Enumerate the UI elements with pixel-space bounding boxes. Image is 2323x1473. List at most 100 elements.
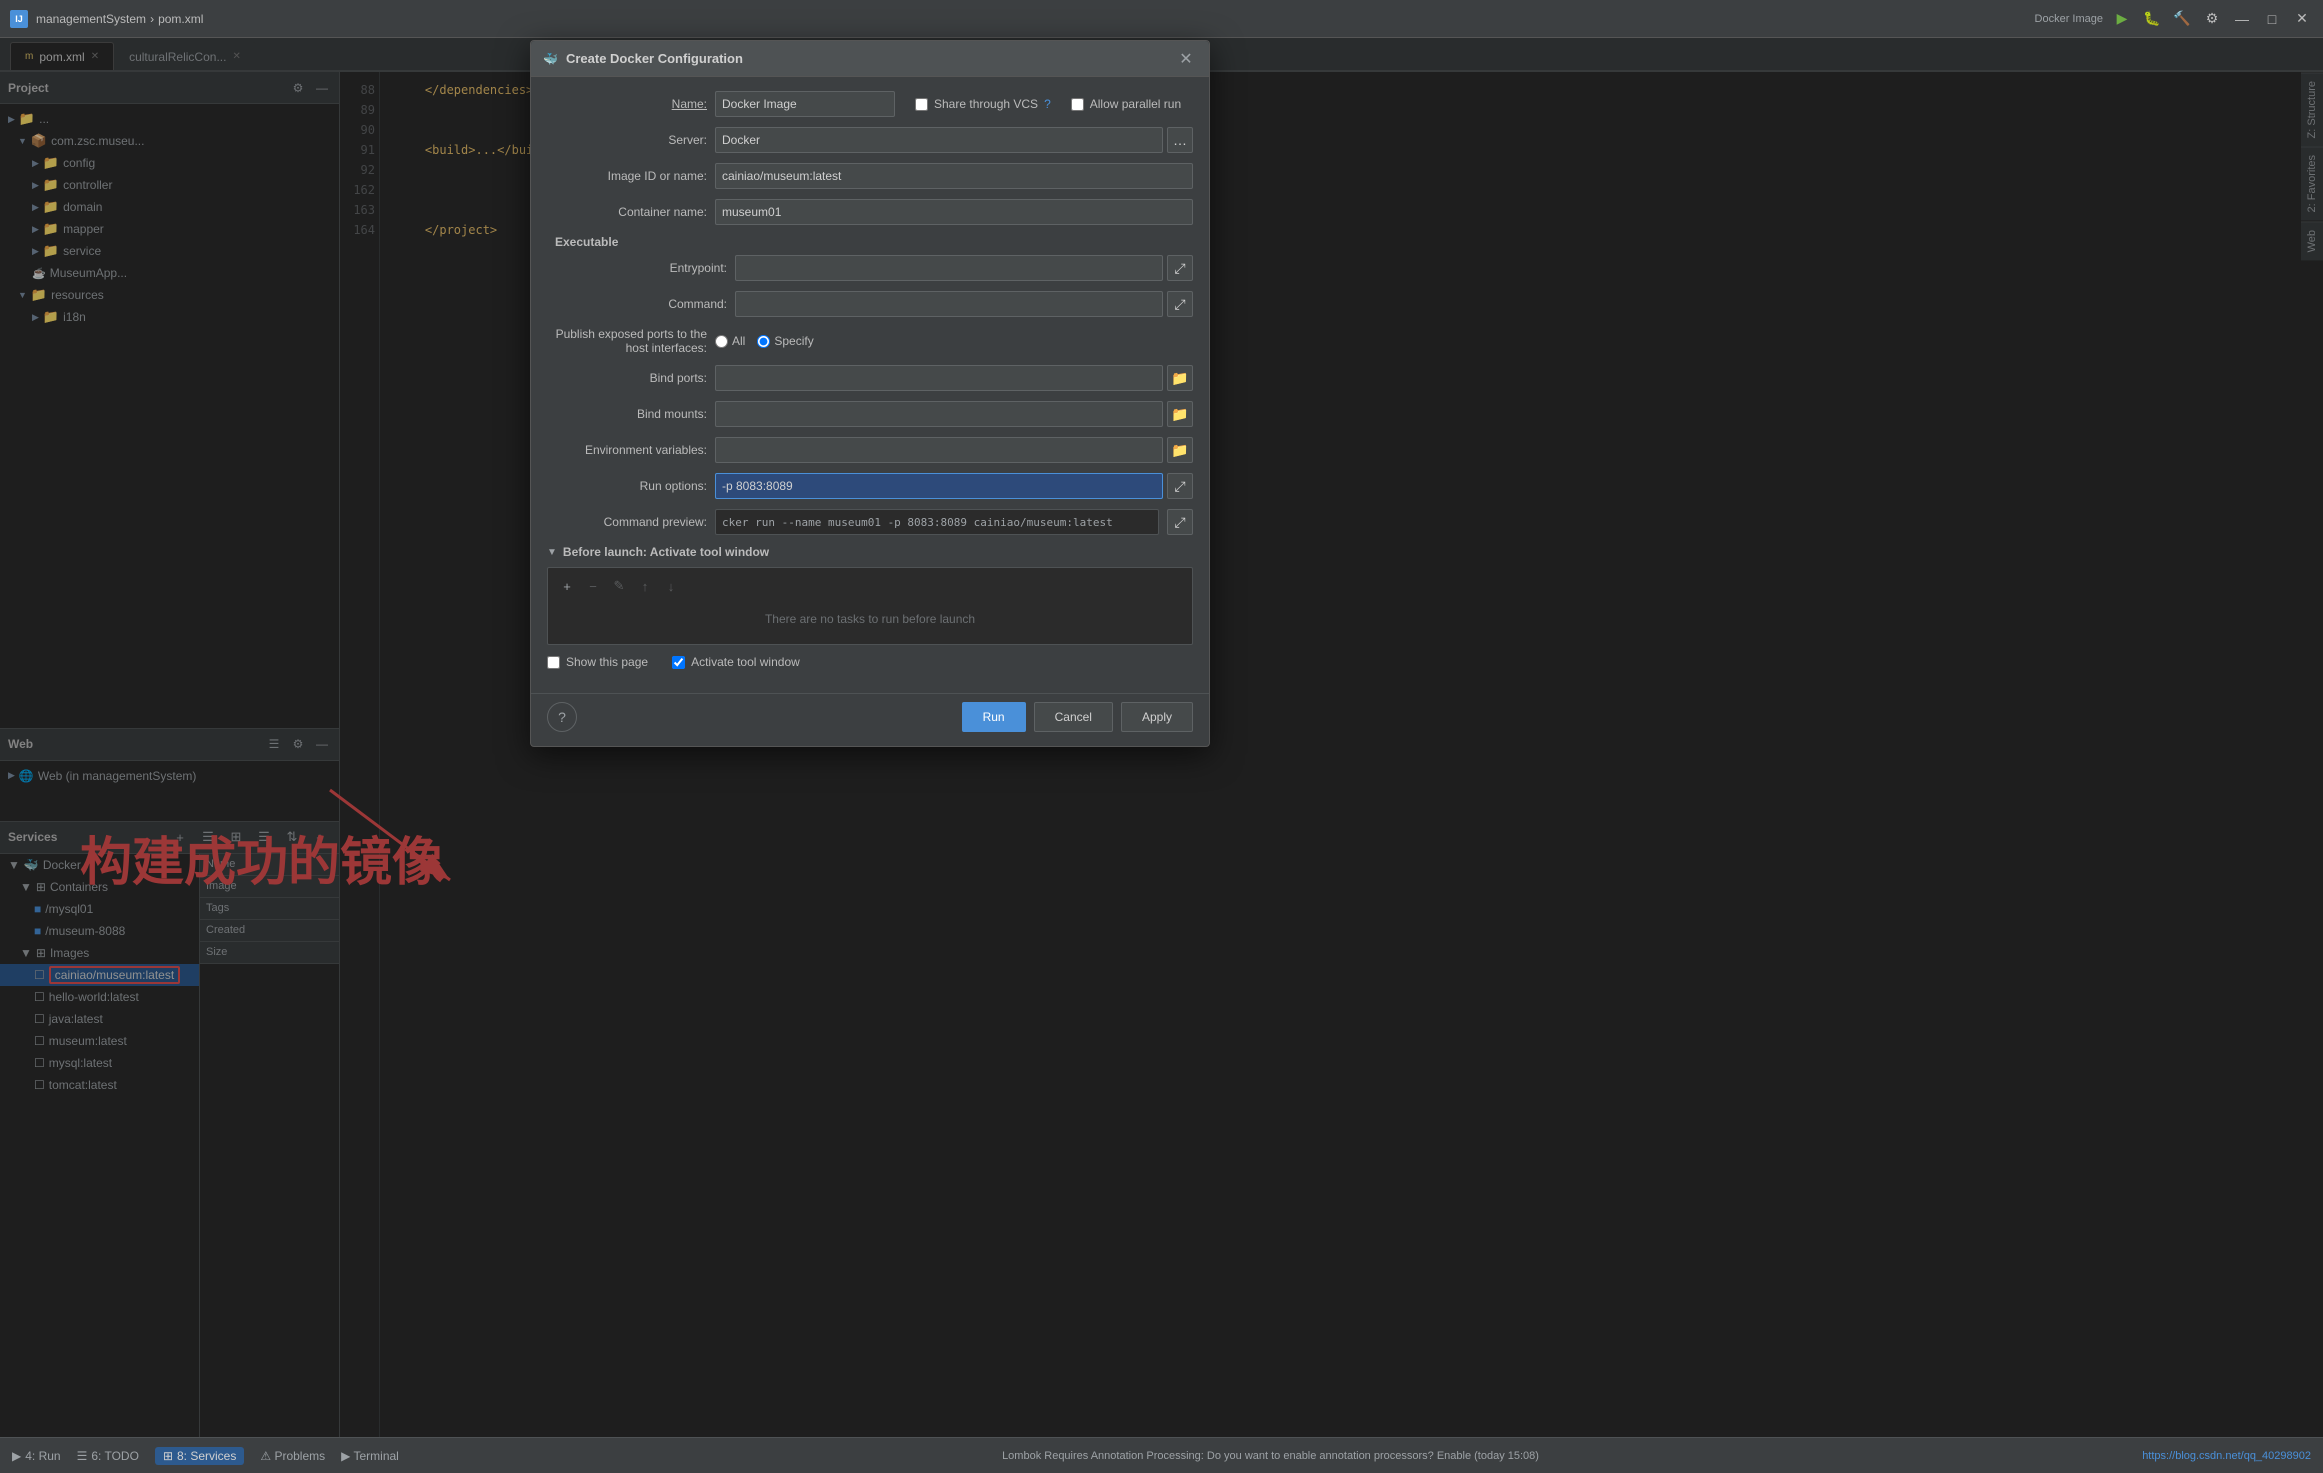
env-vars-browse-btn[interactable]: 📁 xyxy=(1167,437,1193,463)
section-collapse-triangle[interactable]: ▼ xyxy=(547,547,557,558)
command-label: Command: xyxy=(567,297,727,311)
run-options-input[interactable] xyxy=(715,473,1163,499)
bind-ports-browse-btn[interactable]: 📁 xyxy=(1167,365,1193,391)
form-row-server: Server: Docker … xyxy=(547,127,1193,153)
run-play-icon: ▶ xyxy=(12,1449,21,1463)
bind-ports-input[interactable] xyxy=(715,365,1163,391)
container-name-label: Container name: xyxy=(547,205,707,219)
run-button[interactable]: Run xyxy=(962,702,1026,732)
todo-status-item[interactable]: ☰ 6: TODO xyxy=(77,1449,139,1463)
share-vcs-row[interactable]: Share through VCS ? xyxy=(915,97,1051,111)
command-input-group: ⤢ xyxy=(735,291,1193,317)
dialog-close-button[interactable]: ✕ xyxy=(1175,48,1197,70)
publish-ports-radio-group: All Specify xyxy=(715,334,814,348)
debug-button[interactable]: 🐛 xyxy=(2141,8,2163,30)
dialog-docker-icon: 🐳 xyxy=(543,52,558,66)
bl-down-btn[interactable]: ↓ xyxy=(660,576,682,596)
bind-ports-input-group: 📁 xyxy=(715,365,1193,391)
problems-label: ⚠ Problems xyxy=(260,1449,325,1463)
cmd-preview-label: Command preview: xyxy=(547,515,707,529)
bind-ports-label: Bind ports: xyxy=(547,371,707,385)
share-vcs-help-icon[interactable]: ? xyxy=(1044,97,1051,111)
server-select[interactable]: Docker xyxy=(715,127,1163,153)
bl-edit-btn[interactable]: ✎ xyxy=(608,576,630,596)
command-input[interactable] xyxy=(735,291,1163,317)
services-status-item[interactable]: ⊞ 8: Services xyxy=(155,1447,244,1465)
run-button[interactable]: ▶ xyxy=(2111,8,2133,30)
command-expand-btn[interactable]: ⤢ xyxy=(1167,291,1193,317)
breadcrumb: managementSystem › pom.xml xyxy=(36,12,203,26)
run-label: 4: Run xyxy=(25,1449,60,1463)
problems-status-item[interactable]: ⚠ Problems xyxy=(260,1449,325,1463)
form-row-env-vars: Environment variables: 📁 xyxy=(547,437,1193,463)
bl-remove-btn[interactable]: − xyxy=(582,576,604,596)
cmd-preview-text: cker run --name museum01 -p 8083:8089 ca… xyxy=(722,516,1113,529)
share-vcs-label: Share through VCS xyxy=(934,97,1038,111)
cancel-button[interactable]: Cancel xyxy=(1034,702,1113,732)
activate-row[interactable]: Activate tool window xyxy=(672,655,800,669)
image-label: Image ID or name: xyxy=(547,169,707,183)
terminal-status-item[interactable]: ▶ Terminal xyxy=(341,1449,399,1463)
form-row-container-name: Container name: xyxy=(547,199,1193,225)
env-vars-label: Environment variables: xyxy=(547,443,707,457)
share-vcs-checkbox[interactable] xyxy=(915,98,928,111)
settings-button[interactable]: ⚙ xyxy=(2201,8,2223,30)
before-launch-section-header: ▼ Before launch: Activate tool window xyxy=(547,545,1193,559)
form-row-image: Image ID or name: xyxy=(547,163,1193,189)
blog-link[interactable]: https://blog.csdn.net/qq_40298902 xyxy=(2142,1450,2311,1462)
create-docker-dialog: 🐳 Create Docker Configuration ✕ Name: Sh… xyxy=(530,40,1210,747)
executable-label: Executable xyxy=(555,235,618,249)
minimize-button[interactable]: — xyxy=(2231,8,2253,30)
form-row-show-page: Show this page Activate tool window xyxy=(547,655,1193,669)
all-radio-label[interactable]: All xyxy=(715,334,745,348)
close-button[interactable]: ✕ xyxy=(2291,8,2313,30)
specify-radio[interactable] xyxy=(757,335,770,348)
entrypoint-input-group: ⤢ xyxy=(735,255,1193,281)
bind-mounts-input-group: 📁 xyxy=(715,401,1193,427)
apply-button[interactable]: Apply xyxy=(1121,702,1193,732)
specify-label: Specify xyxy=(774,334,813,348)
executable-section: Executable xyxy=(555,235,1193,249)
container-name-input[interactable] xyxy=(715,199,1193,225)
build-button[interactable]: 🔨 xyxy=(2171,8,2193,30)
env-vars-input-group: 📁 xyxy=(715,437,1193,463)
form-row-bind-mounts: Bind mounts: 📁 xyxy=(547,401,1193,427)
services-status-label: 8: Services xyxy=(177,1449,236,1463)
form-row-cmd-preview: Command preview: cker run --name museum0… xyxy=(547,509,1193,535)
help-button[interactable]: ? xyxy=(547,702,577,732)
bind-mounts-browse-btn[interactable]: 📁 xyxy=(1167,401,1193,427)
name-input[interactable] xyxy=(715,91,895,117)
specify-radio-label[interactable]: Specify xyxy=(757,334,813,348)
entrypoint-input[interactable] xyxy=(735,255,1163,281)
image-input[interactable] xyxy=(715,163,1193,189)
show-page-label: Show this page xyxy=(566,655,648,669)
server-input-group: Docker … xyxy=(715,127,1193,153)
run-options-label: Run options: xyxy=(547,479,707,493)
form-row-name: Name: Share through VCS ? Allow parallel… xyxy=(547,91,1193,117)
dialog-title: Create Docker Configuration xyxy=(566,51,1167,66)
activate-label: Activate tool window xyxy=(691,655,800,669)
entrypoint-expand-btn[interactable]: ⤢ xyxy=(1167,255,1193,281)
maximize-button[interactable]: □ xyxy=(2261,8,2283,30)
show-page-checkbox[interactable] xyxy=(547,656,560,669)
run-options-expand-btn[interactable]: ⤢ xyxy=(1167,473,1193,499)
entrypoint-label: Entrypoint: xyxy=(567,261,727,275)
allow-parallel-label: Allow parallel run xyxy=(1090,97,1181,111)
server-label: Server: xyxy=(547,133,707,147)
bl-up-btn[interactable]: ↑ xyxy=(634,576,656,596)
env-vars-input[interactable] xyxy=(715,437,1163,463)
show-page-row[interactable]: Show this page xyxy=(547,655,648,669)
run-config-label: Docker Image xyxy=(2035,13,2103,25)
allow-parallel-row[interactable]: Allow parallel run xyxy=(1071,97,1181,111)
bl-add-btn[interactable]: + xyxy=(556,576,578,596)
form-row-publish-ports: Publish exposed ports to the host interf… xyxy=(547,327,1193,355)
bind-mounts-input[interactable] xyxy=(715,401,1163,427)
run-status-item[interactable]: ▶ 4: Run xyxy=(12,1449,61,1463)
all-radio[interactable] xyxy=(715,335,728,348)
server-more-btn[interactable]: … xyxy=(1167,127,1193,153)
cmd-preview-value: cker run --name museum01 -p 8083:8089 ca… xyxy=(715,509,1159,535)
cmd-preview-expand-btn[interactable]: ⤢ xyxy=(1167,509,1193,535)
dialog-body: Name: Share through VCS ? Allow parallel… xyxy=(531,77,1209,693)
activate-checkbox[interactable] xyxy=(672,656,685,669)
allow-parallel-checkbox[interactable] xyxy=(1071,98,1084,111)
